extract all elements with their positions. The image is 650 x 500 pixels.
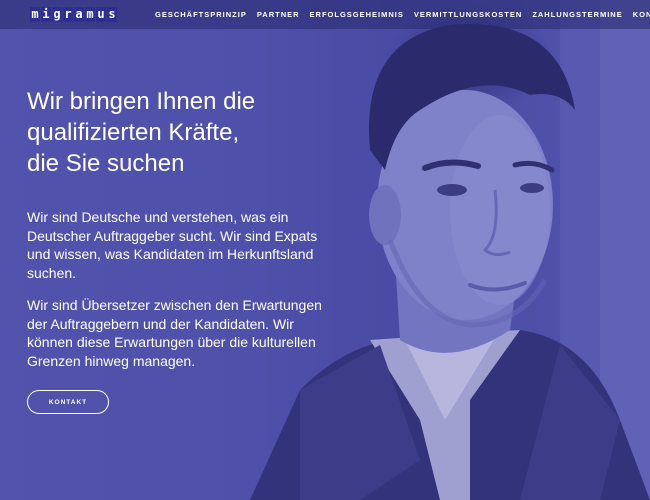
main-nav: GESCHÄFTSPRINZIP PARTNER ERFOLGSGEHEIMNI… — [155, 0, 650, 29]
logo-letter: g — [52, 7, 62, 22]
nav-item-kontakt[interactable]: KONTAKT — [633, 10, 650, 19]
nav-item-vermittlungskosten[interactable]: VERMITTLUNGSKOSTEN — [414, 10, 522, 19]
logo-letter: r — [63, 7, 73, 22]
hero-paragraph-2: Wir sind Übersetzer zwischen den Erwartu… — [27, 297, 322, 369]
hero-headline: Wir bringen Ihnen die qualifizierten Krä… — [27, 86, 357, 179]
kontakt-button[interactable]: KONTAKT — [27, 390, 109, 414]
logo-letter: m — [85, 7, 95, 22]
nav-item-geschaeftsprinzip[interactable]: GESCHÄFTSPRINZIP — [155, 10, 247, 19]
logo-letter: m — [30, 7, 40, 22]
logo-letter: s — [107, 7, 117, 22]
nav-item-erfolgsgeheimnis[interactable]: ERFOLGSGEHEIMNIS — [310, 10, 404, 19]
nav-item-zahlungstermine[interactable]: ZAHLUNGSTERMINE — [532, 10, 622, 19]
hero-paragraph-1: Wir sind Deutsche und verstehen, was ein… — [27, 209, 318, 281]
logo-letter: u — [96, 7, 106, 22]
headline-line: qualifizierten Kräfte, — [27, 119, 240, 146]
headline-line: die Sie suchen — [27, 150, 185, 177]
top-navbar: m i g r a m u s GESCHÄFTSPRINZIP PARTNER… — [0, 0, 650, 29]
nav-item-partner[interactable]: PARTNER — [257, 10, 300, 19]
migramus-logo[interactable]: m i g r a m u s — [30, 7, 117, 22]
logo-letter: a — [74, 7, 84, 22]
logo-letter: i — [41, 7, 51, 22]
headline-line: Wir bringen Ihnen die — [27, 88, 256, 115]
